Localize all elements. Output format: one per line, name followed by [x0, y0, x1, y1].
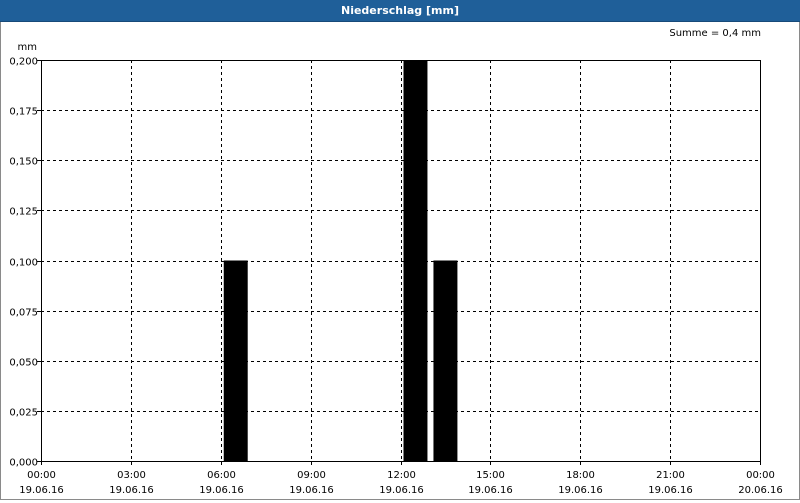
- x-tick-date-label: 20.06.16: [738, 485, 783, 496]
- x-tick-time-label: 00:00: [746, 470, 775, 481]
- y-tick-label: 0,200: [9, 57, 38, 68]
- chart-panel: 0,000 0,025 0,050 0,075 0,100 0,125 0,150 0,175…: [0, 22, 800, 500]
- y-tick-label: 0,000: [9, 458, 38, 469]
- precipitation-bar: [433, 260, 458, 461]
- precipitation-chart: 0,000 0,025 0,050 0,075 0,100 0,125 0,150 0,175…: [9, 28, 782, 497]
- y-tick-label: 0,025: [9, 408, 38, 419]
- bars: [223, 60, 458, 461]
- x-tick-date-label: 19.06.16: [648, 485, 693, 496]
- x-tick-date-label: 19.06.16: [109, 485, 154, 496]
- x-tick-date-label: 19.06.16: [199, 485, 244, 496]
- y-axis-label: mm: [18, 42, 37, 53]
- x-tick-date-label: 19.06.16: [468, 485, 513, 496]
- sum-label: Summe = 0,4 mm: [669, 28, 761, 39]
- precipitation-bar: [403, 60, 428, 461]
- y-tick-label: 0,075: [9, 308, 38, 319]
- x-tick-time-label: 12:00: [387, 470, 416, 481]
- x-tick-date-label: 19.06.16: [289, 485, 334, 496]
- x-tick-date-label: 19.06.16: [19, 485, 64, 496]
- x-tick-time-label: 18:00: [566, 470, 595, 481]
- y-tick-label: 0,125: [9, 207, 38, 218]
- x-tick-time-label: 21:00: [656, 470, 685, 481]
- x-tick-time-label: 15:00: [476, 470, 505, 481]
- y-tick-label: 0,150: [9, 157, 38, 168]
- grid: [41, 60, 760, 461]
- x-tick-date-label: 19.06.16: [558, 485, 603, 496]
- y-tick-label: 0,100: [9, 258, 38, 269]
- labels: 0,000 0,025 0,050 0,075 0,100 0,125 0,150 0,175…: [9, 57, 782, 497]
- y-tick-label: 0,175: [9, 107, 38, 118]
- chart-title: Niederschlag [mm]: [0, 0, 800, 22]
- axes: [37, 60, 761, 465]
- x-tick-time-label: 00:00: [27, 470, 56, 481]
- precipitation-bar: [223, 260, 248, 461]
- x-tick-time-label: 06:00: [207, 470, 236, 481]
- x-tick-time-label: 09:00: [297, 470, 326, 481]
- x-tick-date-label: 19.06.16: [379, 485, 424, 496]
- y-tick-label: 0,050: [9, 358, 38, 369]
- x-tick-time-label: 03:00: [117, 470, 146, 481]
